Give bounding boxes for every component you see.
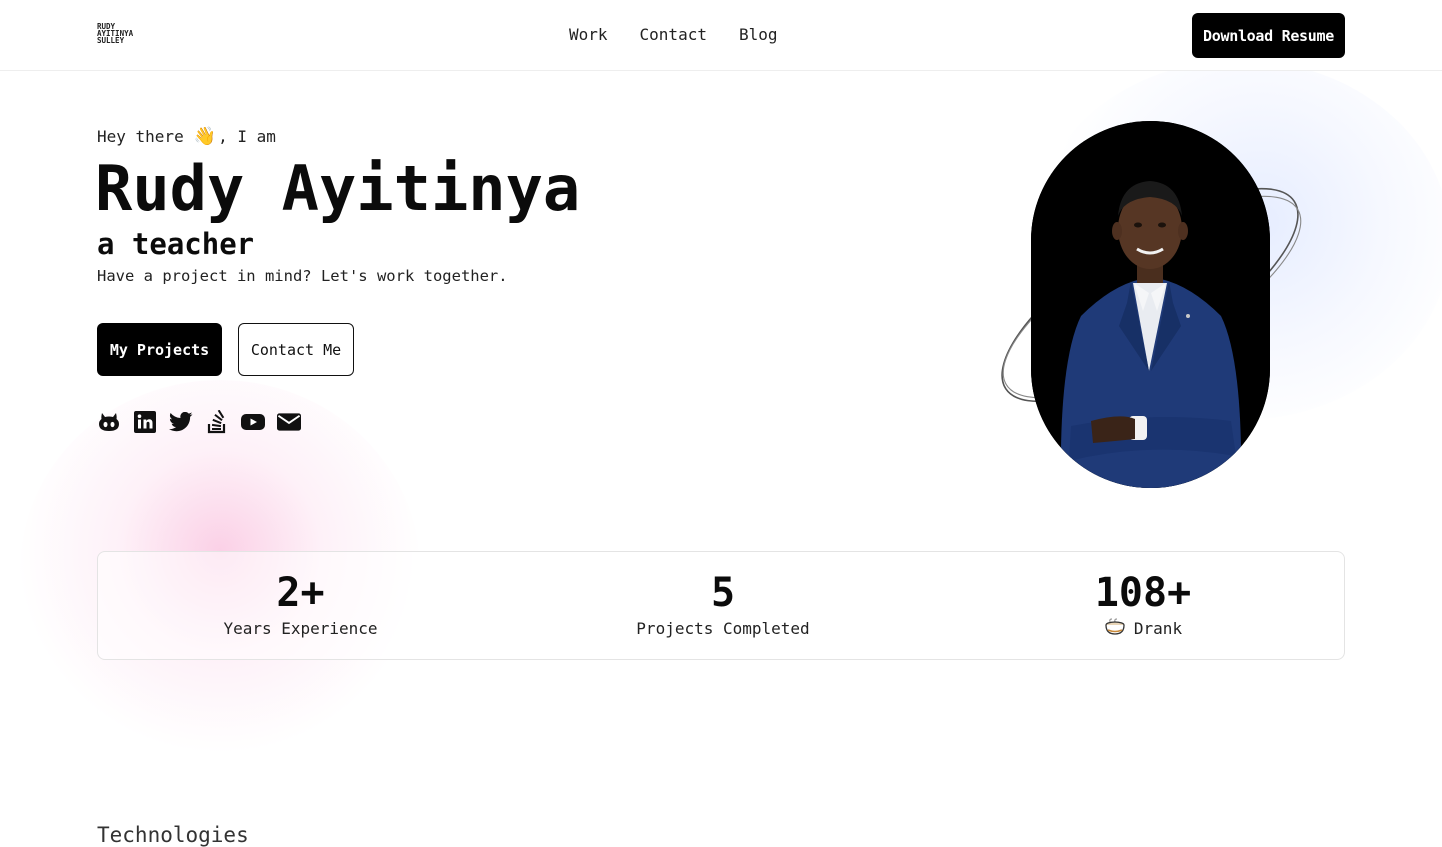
stackoverflow-icon[interactable] [205,410,229,434]
stat-years-experience: 2+ Years Experience [218,570,383,640]
site-logo[interactable]: RUDY AYITINYA SULLEY [97,23,133,45]
social-links [97,410,301,434]
stat-coffee-drank: 108+ Drank [1063,570,1223,642]
stat-label: Drank [1133,619,1183,638]
main-nav: Work Contact Blog [569,24,778,46]
coffee-icon [1104,618,1126,642]
stat-label: Projects Completed [636,619,810,638]
stat-projects-completed: 5 Projects Completed [628,570,818,640]
hero-name: Rudy Ayitinya [95,152,581,225]
stat-label: Years Experience [223,619,378,638]
youtube-icon[interactable] [241,410,265,434]
stat-value: 5 [710,570,736,616]
linkedin-icon[interactable] [133,410,157,434]
email-icon[interactable] [277,410,301,434]
nav-link-work[interactable]: Work [569,24,608,46]
hero-role: a teacher [97,227,255,261]
stat-value: 2+ [276,570,325,616]
hero-greeting: Hey there 👋 , I am [97,126,276,147]
contact-me-button[interactable]: Contact Me [238,323,354,376]
hero-tagline: Have a project in mind? Let's work toget… [97,267,508,285]
nav-link-contact[interactable]: Contact [640,24,707,46]
greeting-suffix: , I am [218,127,276,146]
stats-card: 2+ Years Experience 5 Projects Completed… [97,551,1345,660]
waving-hand-icon: 👋 [193,126,217,147]
stat-value: 108+ [1094,570,1192,616]
twitter-icon[interactable] [169,410,193,434]
greeting-text: Hey there [97,127,184,146]
profile-photo [1031,121,1270,488]
stat-label-row: Drank [1063,618,1223,642]
technologies-section-title: Technologies [97,823,249,847]
site-header: RUDY AYITINYA SULLEY Work Contact Blog D… [0,0,1442,71]
profile-photo-area [980,120,1325,490]
download-resume-button[interactable]: Download Resume [1192,13,1345,58]
logo-line-3: SULLEY [97,36,125,45]
my-projects-button[interactable]: My Projects [97,323,222,376]
nav-link-blog[interactable]: Blog [739,24,778,46]
github-icon[interactable] [97,410,121,434]
